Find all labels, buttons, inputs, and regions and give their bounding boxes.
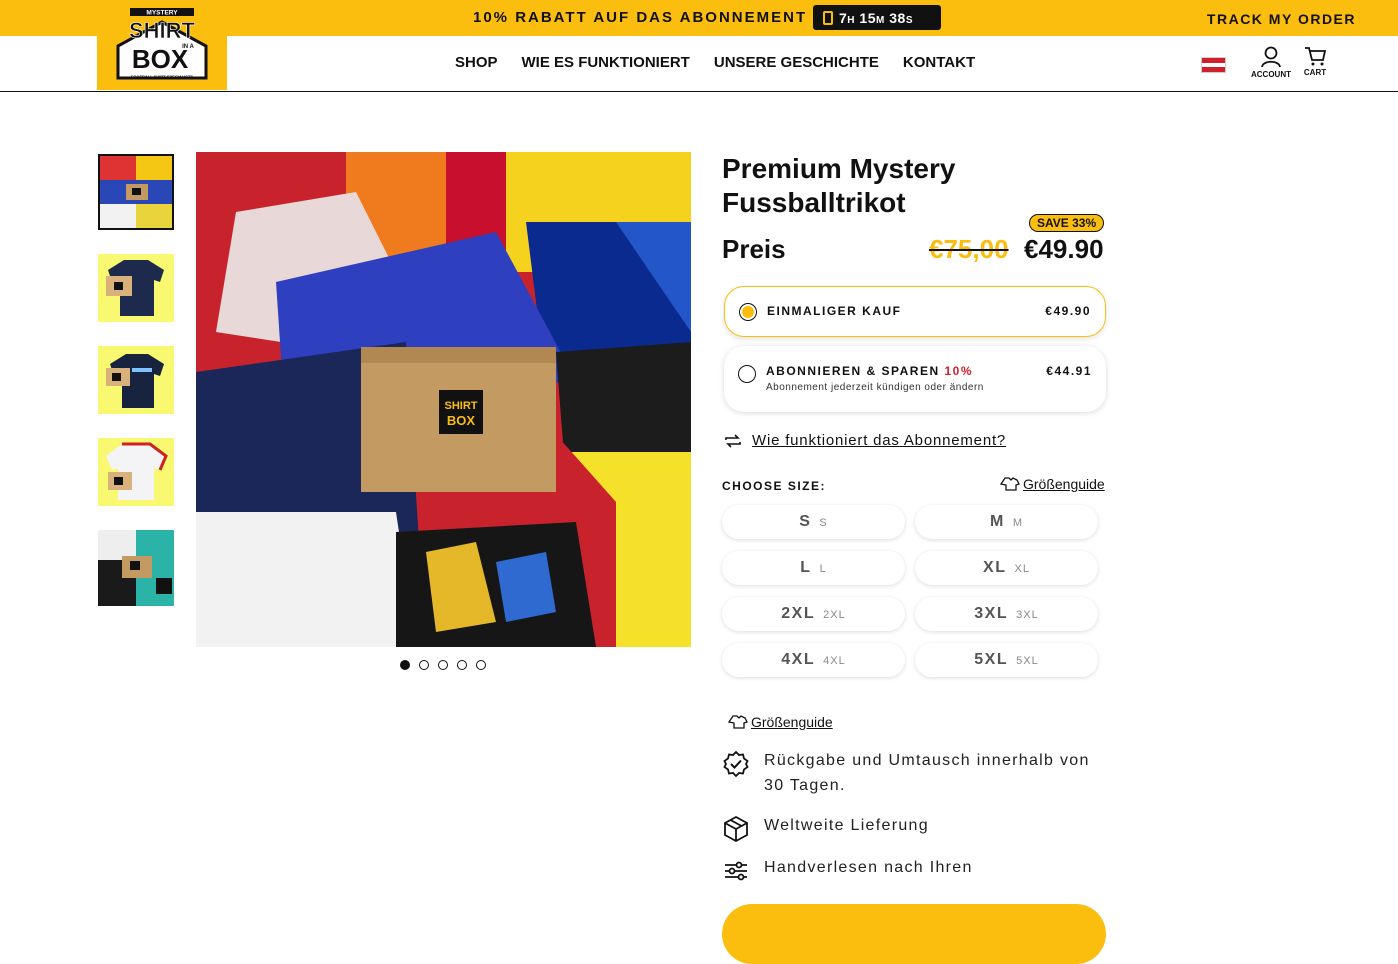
- svg-text:BOX: BOX: [132, 44, 189, 74]
- svg-text:SHIRT: SHIRT: [129, 18, 196, 43]
- size-option-l[interactable]: LL: [722, 551, 905, 585]
- svg-text:MYSTERY: MYSTERY: [146, 10, 178, 17]
- option-one-time-purchase[interactable]: EINMALIGER KAUF €49.90: [724, 286, 1106, 337]
- size-option-5xl[interactable]: 5XL 5XL: [915, 643, 1098, 677]
- price-label: Preis: [722, 234, 786, 264]
- cart-button[interactable]: CART: [1302, 46, 1328, 77]
- size-guide-link[interactable]: Größenguide: [1000, 476, 1105, 492]
- size-option-s[interactable]: SS: [722, 505, 905, 539]
- svg-text:BOX: BOX: [447, 413, 476, 428]
- thumbnail-image: [106, 260, 164, 316]
- cart-icon: [1305, 47, 1327, 66]
- countdown-timer: 7H 15M 38S: [813, 5, 941, 30]
- size-option-xl[interactable]: XL XL: [915, 551, 1098, 585]
- mystery-shirts-collage: SHIRT BOX: [196, 152, 691, 647]
- option-subtext: Abonnement jederzeit kündigen oder änder…: [766, 382, 984, 393]
- product-title: Premium Mystery Fussballtrikot: [722, 153, 956, 218]
- cart-label: CART: [1303, 68, 1327, 77]
- account-label: ACCOUNT: [1251, 70, 1291, 79]
- size-guide-link-secondary[interactable]: Größenguide: [728, 714, 833, 730]
- thumbnail-image: [106, 442, 168, 500]
- option-label: EINMALIGER KAUF: [767, 304, 902, 318]
- product-main-image[interactable]: SHIRT BOX: [196, 152, 691, 647]
- size-option-2xl[interactable]: 2XL 2XL: [722, 597, 905, 631]
- pagination-dot[interactable]: [419, 660, 429, 670]
- promo-text: 10% RABATT AUF DAS ABONNEMENT: [473, 9, 808, 26]
- size-label: CHOOSE SIZE:: [722, 479, 827, 493]
- pagination-dot[interactable]: [476, 660, 486, 670]
- user-icon: [1261, 46, 1281, 68]
- radio-selected[interactable]: [739, 303, 757, 321]
- svg-text:SHIRT: SHIRT: [445, 400, 478, 412]
- gallery-thumbnail[interactable]: [98, 154, 174, 230]
- current-price: €49.90: [1024, 234, 1104, 264]
- gallery-pagination: [400, 660, 486, 670]
- feature-returns: Rückgabe und Umtausch innerhalb von 30 T…: [722, 748, 1102, 798]
- gallery-thumbnail[interactable]: [98, 530, 174, 606]
- gallery-thumbnail[interactable]: [98, 254, 174, 322]
- size-option-4xl[interactable]: 4XL 4XL: [722, 643, 905, 677]
- nav-how-it-works[interactable]: WIE ES FUNKTIONIERT: [522, 54, 690, 71]
- sliders-icon: [725, 861, 747, 881]
- track-order-link[interactable]: TRACK MY ORDER: [1207, 11, 1356, 27]
- option-price: €49.90: [1045, 304, 1091, 318]
- feature-handpicked: Handverlesen nach Ihren: [722, 855, 973, 885]
- badge-check-icon: [723, 750, 749, 778]
- thumbnail-image: [98, 530, 174, 606]
- option-price: €44.91: [1046, 364, 1092, 378]
- main-nav: SHOP WIE ES FUNKTIONIERT UNSERE GESCHICH…: [455, 54, 975, 71]
- gallery-thumbnail[interactable]: [98, 346, 174, 414]
- thumbnail-image: [106, 354, 164, 408]
- size-option-3xl[interactable]: 3XL 3XL: [915, 597, 1098, 631]
- pagination-dot[interactable]: [400, 660, 410, 670]
- subscription-info-link[interactable]: Wie funktioniert das Abonnement?: [724, 432, 1006, 449]
- pagination-dot[interactable]: [438, 660, 448, 670]
- package-icon: [724, 815, 748, 843]
- option-label: ABONNIEREN & SPAREN 10%: [766, 364, 973, 378]
- size-option-m[interactable]: MM: [915, 505, 1098, 539]
- pagination-dot[interactable]: [457, 660, 467, 670]
- thumbnail-image: [100, 156, 172, 228]
- radio-unselected[interactable]: [738, 365, 756, 383]
- country-flag-icon[interactable]: [1201, 57, 1226, 73]
- shirt-icon: [1000, 477, 1020, 491]
- add-to-cart-button[interactable]: [722, 904, 1106, 964]
- site-logo[interactable]: MYSTERY SHIRT IN A BOX FOOTBALL SHIRT SP…: [114, 6, 210, 82]
- hourglass-icon: [823, 10, 833, 25]
- svg-text:FOOTBALL SHIRT SPECIALISTS: FOOTBALL SHIRT SPECIALISTS: [131, 74, 193, 79]
- shirt-icon: [728, 715, 748, 729]
- gallery-thumbnail[interactable]: [98, 438, 174, 506]
- timer-value: 7H 15M 38S: [839, 9, 913, 26]
- option-subscribe-save[interactable]: ABONNIEREN & SPAREN 10% €44.91 Abonnemen…: [724, 346, 1106, 412]
- nav-shop[interactable]: SHOP: [455, 54, 498, 71]
- nav-our-story[interactable]: UNSERE GESCHICHTE: [714, 54, 879, 71]
- feature-shipping: Weltweite Lieferung: [722, 813, 929, 843]
- nav-contact[interactable]: KONTAKT: [903, 54, 975, 71]
- account-button[interactable]: ACCOUNT: [1250, 46, 1292, 79]
- old-price: €75,00: [929, 234, 1009, 264]
- repeat-icon: [725, 433, 741, 448]
- save-badge: SAVE 33%: [1029, 214, 1105, 232]
